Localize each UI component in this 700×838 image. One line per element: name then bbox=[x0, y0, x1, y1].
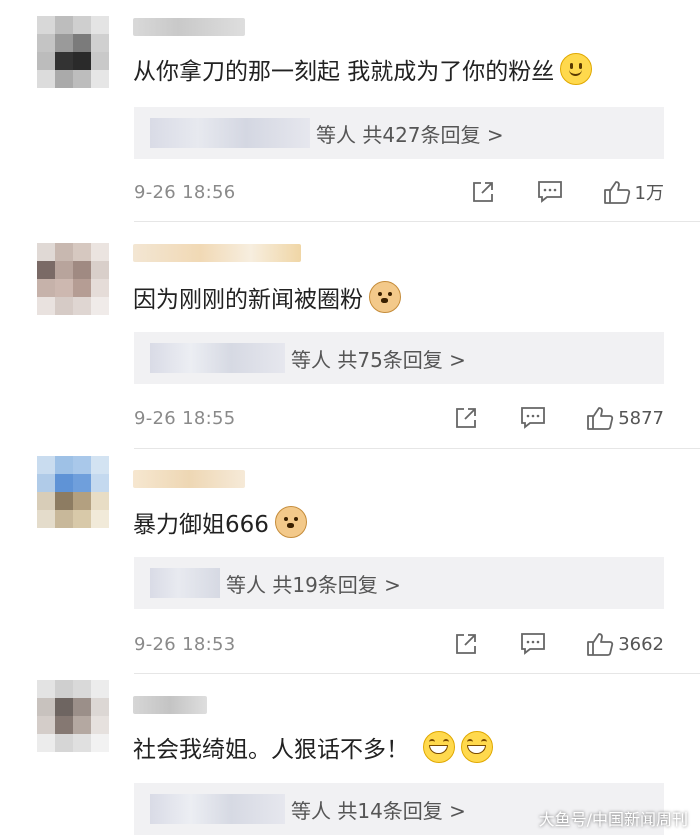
divider bbox=[134, 673, 700, 674]
comment-timestamp: 9-26 18:53 bbox=[134, 633, 236, 655]
avatar[interactable] bbox=[37, 16, 109, 88]
username-blurred[interactable] bbox=[133, 470, 245, 488]
watermark: 大鱼号/中国新闻周刊 bbox=[538, 810, 688, 829]
reply-count-link[interactable]: 等人 共427条回复 > bbox=[316, 119, 504, 148]
avatar[interactable] bbox=[37, 243, 109, 315]
thumbs-up-icon[interactable] bbox=[586, 405, 614, 431]
like-count: 3662 bbox=[618, 633, 664, 655]
thumbs-up-icon[interactable] bbox=[586, 631, 614, 657]
username-blurred[interactable] bbox=[133, 696, 207, 714]
share-icon[interactable] bbox=[454, 406, 478, 430]
comment-meta: 9-26 18:53 3662 bbox=[134, 630, 664, 658]
comment-icon[interactable] bbox=[520, 406, 546, 430]
slight-smile-emoji bbox=[560, 53, 593, 85]
share-icon[interactable] bbox=[454, 632, 478, 656]
reply-user-blurred bbox=[150, 568, 220, 598]
avatar[interactable] bbox=[37, 680, 109, 752]
comment-text: 因为刚刚的新闻被圈粉 bbox=[133, 280, 401, 314]
reply-user-blurred bbox=[150, 794, 285, 824]
reply-count-link[interactable]: 等人 共19条回复 > bbox=[226, 569, 401, 598]
avatar[interactable] bbox=[37, 456, 109, 528]
grin-emoji bbox=[461, 731, 493, 763]
comment-timestamp: 9-26 18:56 bbox=[134, 181, 236, 203]
divider bbox=[134, 448, 700, 449]
reply-user-blurred bbox=[150, 118, 310, 148]
username-blurred[interactable] bbox=[133, 244, 301, 262]
thumbs-up-icon[interactable] bbox=[603, 179, 631, 205]
share-icon[interactable] bbox=[471, 180, 495, 204]
doge-emoji bbox=[369, 281, 401, 313]
comment-actions: 3662 bbox=[454, 630, 664, 658]
comment-meta: 9-26 18:55 5877 bbox=[134, 404, 664, 432]
reply-user-blurred bbox=[150, 343, 285, 373]
reply-count-link[interactable]: 等人 共14条回复 > bbox=[291, 795, 466, 824]
reply-count-link[interactable]: 等人 共75条回复 > bbox=[291, 344, 466, 373]
username-blurred[interactable] bbox=[133, 18, 245, 36]
divider bbox=[134, 221, 700, 222]
reply-summary[interactable]: 等人 共19条回复 > bbox=[134, 557, 664, 609]
comment-meta: 9-26 18:56 1万 bbox=[134, 178, 664, 206]
reply-summary[interactable]: 等人 共427条回复 > bbox=[134, 107, 664, 159]
grin-emoji bbox=[423, 731, 455, 763]
comment-text: 暴力御姐666 bbox=[133, 505, 307, 539]
reply-summary[interactable]: 等人 共75条回复 > bbox=[134, 332, 664, 384]
doge-emoji bbox=[274, 506, 307, 538]
comment-text: 社会我绮姐。人狠话不多！ bbox=[133, 730, 493, 764]
comment-text: 从你拿刀的那一刻起 我就成为了你的粉丝 bbox=[133, 52, 593, 86]
like-count: 5877 bbox=[618, 407, 664, 429]
comment-icon[interactable] bbox=[537, 180, 563, 204]
comment-actions: 1万 bbox=[471, 178, 664, 206]
like-count: 1万 bbox=[634, 183, 664, 204]
comment-actions: 5877 bbox=[454, 404, 664, 432]
comment-icon[interactable] bbox=[520, 632, 546, 656]
comment-timestamp: 9-26 18:55 bbox=[134, 407, 236, 429]
